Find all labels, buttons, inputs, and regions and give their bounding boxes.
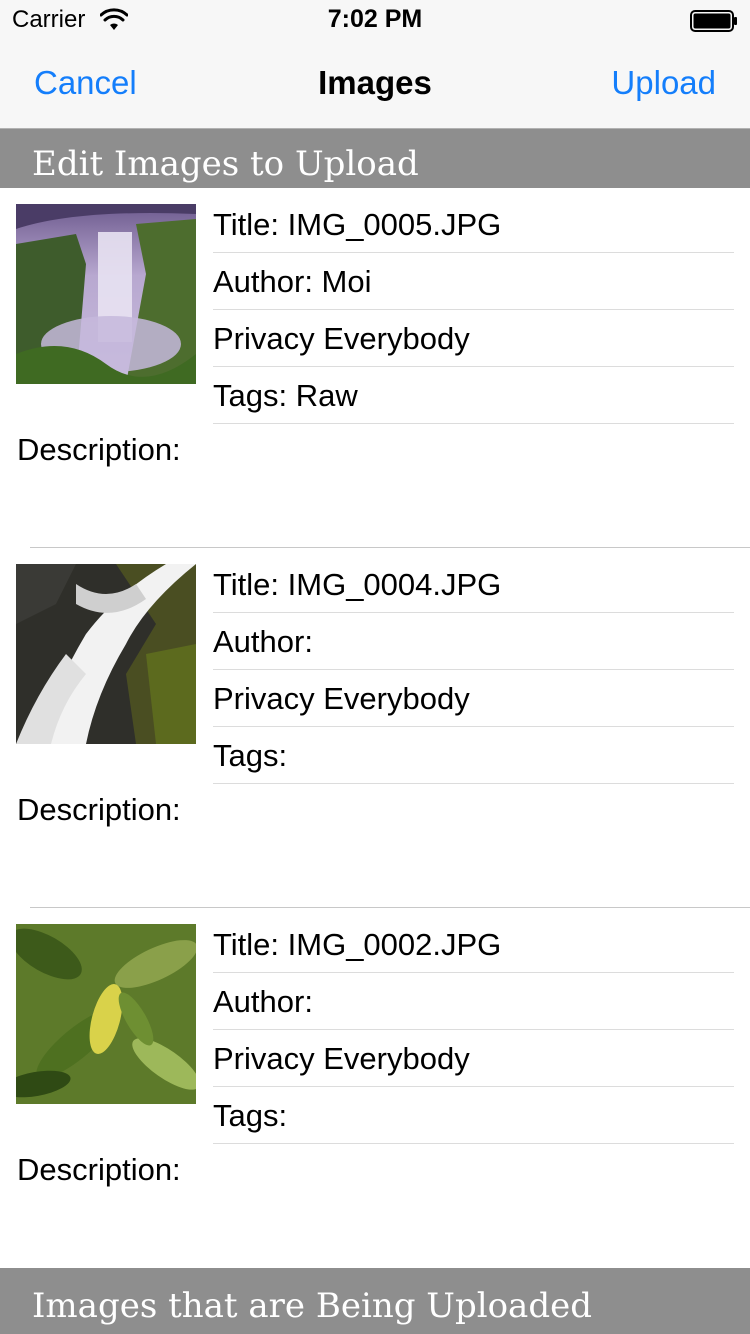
title-field[interactable]: Title: IMG_0002.JPG [213,916,734,973]
image-thumbnail[interactable] [16,924,196,1104]
tags-field[interactable]: Tags: [213,1087,734,1144]
section-header-uploading: Images that are Being Uploaded [0,1268,750,1334]
image-thumbnail[interactable] [16,564,196,744]
author-field[interactable]: Author: [213,613,734,670]
status-bar: Carrier 7:02 PM [0,0,750,40]
image-cell[interactable]: Title: IMG_0002.JPG Author: Privacy Ever… [0,908,750,1268]
author-field[interactable]: Author: Moi [213,253,734,310]
image-cell[interactable]: Title: IMG_0004.JPG Author: Privacy Ever… [0,548,750,908]
privacy-field[interactable]: Privacy Everybody [213,310,734,367]
status-time: 7:02 PM [327,5,423,33]
description-field[interactable]: Description: [17,792,181,828]
image-thumbnail[interactable] [16,204,196,384]
title-field[interactable]: Title: IMG_0004.JPG [213,556,734,613]
privacy-field[interactable]: Privacy Everybody [213,1030,734,1087]
battery-icon [690,10,738,32]
image-cell[interactable]: Title: IMG_0005.JPG Author: Moi Privacy … [0,188,750,548]
title-field[interactable]: Title: IMG_0005.JPG [213,196,734,253]
tags-field[interactable]: Tags: Raw [213,367,734,424]
description-field[interactable]: Description: [17,1152,181,1188]
privacy-field[interactable]: Privacy Everybody [213,670,734,727]
description-field[interactable]: Description: [17,432,181,468]
upload-button[interactable]: Upload [611,64,716,102]
navigation-bar: Cancel Images Upload [0,40,750,129]
author-field[interactable]: Author: [213,973,734,1030]
tags-field[interactable]: Tags: [213,727,734,784]
section-header-edit: Edit Images to Upload [0,129,750,188]
